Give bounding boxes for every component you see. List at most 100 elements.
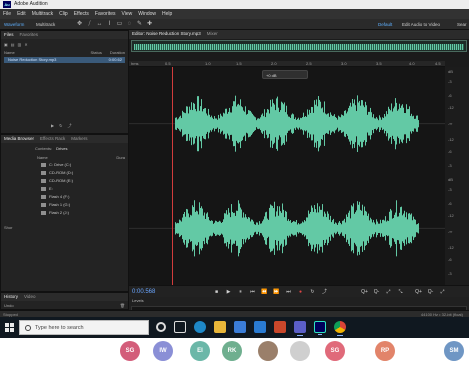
menu-help[interactable]: Help xyxy=(162,9,172,19)
spot-healing-tool-icon[interactable]: ✚ xyxy=(146,21,153,28)
mail-icon[interactable] xyxy=(254,321,266,333)
lasso-tool-icon[interactable]: ◌ xyxy=(126,21,133,28)
participant-avatar[interactable]: SG xyxy=(120,341,140,361)
marquee-tool-icon[interactable]: ▭ xyxy=(116,21,123,28)
waveform-view-button[interactable]: Waveform xyxy=(2,21,26,28)
menu-window[interactable]: Window xyxy=(138,9,156,19)
media-row[interactable]: Flash 4 (F:) xyxy=(41,193,69,200)
previous-button[interactable]: ⏮ xyxy=(249,289,256,296)
waveform-sample xyxy=(389,108,390,139)
participant-avatar[interactable]: RP xyxy=(375,341,395,361)
play-icon[interactable]: ▶ xyxy=(51,123,54,129)
loop-button[interactable]: ↻ xyxy=(309,289,316,296)
store-icon[interactable] xyxy=(234,321,246,333)
participant-photo-avatar[interactable] xyxy=(290,341,310,361)
zoom-full-button[interactable]: ⤢ xyxy=(385,289,392,296)
next-button[interactable]: ⏭ xyxy=(285,289,292,296)
task-view-icon[interactable] xyxy=(174,321,186,333)
chrome-icon[interactable] xyxy=(334,321,346,336)
participant-avatar[interactable]: IW xyxy=(153,341,173,361)
menu-favorites[interactable]: Favorites xyxy=(95,9,116,19)
tab-editor[interactable]: Editor: Noise Reduction Story.mp3 xyxy=(132,30,201,39)
tab-effects-rack[interactable]: Effects Rack xyxy=(40,135,65,143)
waveform-sample xyxy=(329,116,330,131)
autoplay-icon[interactable]: ⤴ xyxy=(67,123,71,129)
windows-start-icon[interactable] xyxy=(5,323,14,332)
search-help-button[interactable]: Sear xyxy=(455,21,469,28)
razor-tool-icon[interactable]: ⧸ xyxy=(86,21,93,28)
slip-tool-icon[interactable]: ↔ xyxy=(96,21,103,28)
file-explorer-icon[interactable] xyxy=(214,321,226,333)
open-folder-icon[interactable]: ▣ xyxy=(4,42,8,47)
tab-media-browser[interactable]: Media Browser xyxy=(4,135,34,143)
participant-avatar[interactable]: SM xyxy=(444,341,464,361)
history-item[interactable]: Undo xyxy=(4,303,14,308)
media-row[interactable]: CD-ROM (E:) xyxy=(41,177,73,184)
time-selection-tool-icon[interactable]: I xyxy=(106,21,113,28)
file-row[interactable]: Noise Reduction Story.mp3 0:00.62 xyxy=(4,57,125,63)
play-button[interactable]: ▶ xyxy=(225,289,232,296)
tab-files[interactable]: Files xyxy=(4,31,14,39)
move-tool-icon[interactable]: ✥ xyxy=(76,21,83,28)
menu-view[interactable]: View xyxy=(121,9,132,19)
menu-file[interactable]: File xyxy=(3,9,11,19)
tab-markers[interactable]: Markers xyxy=(71,135,87,143)
skip-selection-button[interactable]: ⤴ xyxy=(321,289,328,296)
participant-avatar[interactable]: SG xyxy=(325,341,345,361)
media-column-duration[interactable]: Dura xyxy=(116,155,125,160)
zoom-in-amplitude-button[interactable]: Q+ xyxy=(361,289,368,296)
waveform-overview[interactable] xyxy=(131,40,467,52)
menu-multitrack[interactable]: Multitrack xyxy=(32,9,53,19)
menu-effects[interactable]: Effects xyxy=(74,9,89,19)
zoom-out-time-button[interactable]: Q- xyxy=(427,289,434,296)
teams-icon[interactable] xyxy=(294,321,306,336)
participant-photo-avatar[interactable] xyxy=(258,341,278,361)
trash-icon[interactable]: 🗑 xyxy=(120,303,125,308)
edit-audio-to-video-button[interactable]: Edit Audio to Video xyxy=(400,21,442,28)
taskbar-search-box[interactable]: Type here to search xyxy=(19,320,149,335)
tab-favorites[interactable]: Favorites xyxy=(20,31,39,39)
participant-avatar[interactable]: EI xyxy=(190,341,210,361)
hud-volume[interactable]: +0 dB xyxy=(262,70,308,79)
column-status[interactable]: Status xyxy=(91,50,102,56)
zoom-out-amplitude-button[interactable]: Q- xyxy=(373,289,380,296)
audition-taskbar-icon[interactable] xyxy=(314,321,326,335)
zoom-in-time-button[interactable]: Q+ xyxy=(415,289,422,296)
media-row[interactable]: Flash 2 (J:) xyxy=(41,209,69,216)
rewind-button[interactable]: ⏪ xyxy=(261,289,268,296)
drives-dropdown[interactable]: Drives xyxy=(56,146,67,151)
tab-history[interactable]: History xyxy=(4,293,18,301)
fast-forward-button[interactable]: ⏩ xyxy=(273,289,280,296)
column-duration[interactable]: Duration xyxy=(110,50,125,56)
media-row[interactable]: CD-ROM (D:) xyxy=(41,169,73,176)
import-icon[interactable]: ▤ xyxy=(11,42,15,47)
loop-icon[interactable]: ↻ xyxy=(59,123,62,129)
menu-edit[interactable]: Edit xyxy=(17,9,26,19)
column-name[interactable]: Name xyxy=(4,50,15,56)
multitrack-view-button[interactable]: Multitrack xyxy=(34,21,57,28)
playhead[interactable] xyxy=(172,67,173,285)
waveform-display[interactable] xyxy=(129,67,445,285)
pause-button[interactable]: ⏸ xyxy=(237,289,244,296)
powerpoint-icon[interactable] xyxy=(274,321,286,333)
record-button[interactable]: ● xyxy=(297,289,304,296)
waveform-sample xyxy=(406,212,407,245)
media-row[interactable]: E: xyxy=(41,185,53,192)
tab-video[interactable]: Video xyxy=(24,293,35,301)
shortcuts-label[interactable]: Shor xyxy=(4,225,12,230)
participant-avatar[interactable]: RK xyxy=(222,341,242,361)
edge-icon[interactable] xyxy=(194,321,206,333)
tab-mixer[interactable]: Mixer xyxy=(207,30,218,39)
workspace-default[interactable]: Default xyxy=(376,21,394,28)
close-file-icon[interactable]: ✕ xyxy=(24,42,27,47)
stop-button[interactable]: ■ xyxy=(213,289,220,296)
media-row[interactable]: Flash 1 (G:) xyxy=(41,201,70,208)
cortana-icon[interactable] xyxy=(156,322,166,332)
menu-clip[interactable]: Clip xyxy=(59,9,68,19)
media-column-name[interactable]: Name xyxy=(37,155,48,160)
media-row[interactable]: C: Drive (C:) xyxy=(41,161,71,168)
new-file-icon[interactable]: ▥ xyxy=(18,42,22,47)
zoom-fit-button[interactable]: ⤢ xyxy=(439,289,446,296)
zoom-selection-button[interactable]: ⤡ xyxy=(397,289,404,296)
brush-tool-icon[interactable]: ✎ xyxy=(136,21,143,28)
